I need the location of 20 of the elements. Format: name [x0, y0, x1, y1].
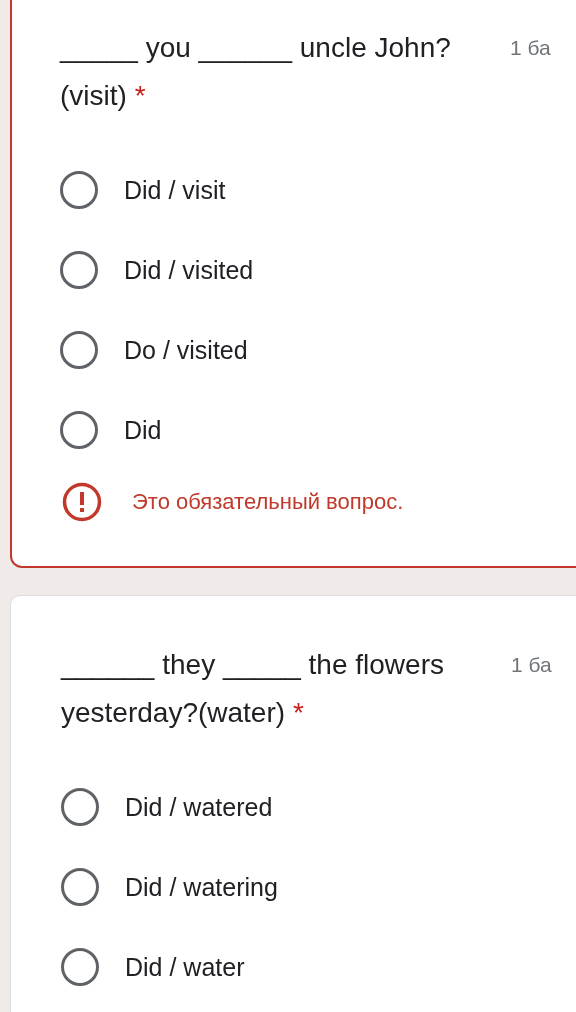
radio-button[interactable] — [60, 411, 98, 449]
radio-button[interactable] — [61, 788, 99, 826]
error-message: Это обязательный вопрос. — [132, 489, 404, 515]
radio-option[interactable]: Did / water — [61, 927, 576, 1007]
question-text: ______ they _____ the flowers yesterday?(water) * — [61, 648, 445, 730]
radio-button[interactable] — [60, 171, 98, 209]
radio-option[interactable]: Did — [60, 390, 576, 470]
radio-button[interactable] — [60, 331, 98, 369]
points-label: 1 ба — [511, 652, 552, 678]
radio-option[interactable]: Did / watering — [61, 847, 576, 927]
radio-option[interactable]: Do / visited — [60, 310, 576, 390]
radio-button[interactable] — [60, 251, 98, 289]
radio-button[interactable] — [61, 948, 99, 986]
points-label: 1 ба — [510, 35, 551, 61]
radio-option[interactable]: Did / watered — [61, 767, 576, 847]
error-icon — [62, 482, 102, 522]
radio-option[interactable]: Did / visit — [60, 150, 576, 230]
radio-button[interactable] — [61, 868, 99, 906]
radio-option[interactable]: Did / visited — [60, 230, 576, 310]
question-text: _____ you ______ uncle John? (visit) * — [60, 31, 452, 113]
